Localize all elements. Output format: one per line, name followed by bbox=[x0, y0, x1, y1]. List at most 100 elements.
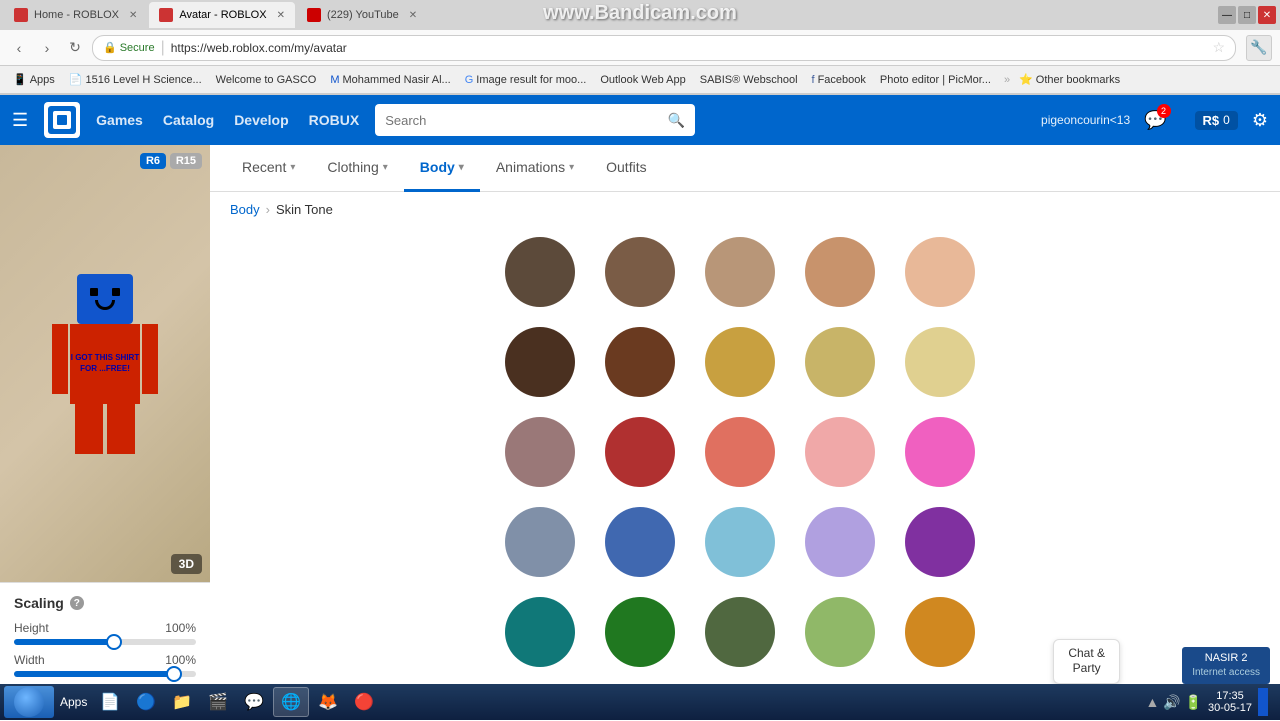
scaling-info-icon[interactable]: ? bbox=[70, 596, 84, 610]
skin-circle-10[interactable] bbox=[505, 417, 575, 487]
tab-outfits[interactable]: Outfits bbox=[590, 145, 662, 192]
taskbar-files[interactable]: 📁 bbox=[165, 687, 199, 717]
nav-develop[interactable]: Develop bbox=[234, 112, 288, 128]
tab-home-roblox[interactable]: Home - ROBLOX ✕ bbox=[4, 2, 147, 28]
nav-catalog[interactable]: Catalog bbox=[163, 112, 214, 128]
width-slider-thumb[interactable] bbox=[166, 666, 182, 682]
extension-icon[interactable]: 🔧 bbox=[1246, 35, 1272, 61]
skin-circle-3[interactable] bbox=[805, 237, 875, 307]
nav-games[interactable]: Games bbox=[96, 112, 143, 128]
char-eye-right bbox=[112, 288, 120, 296]
main-nav: Games Catalog Develop ROBUX bbox=[96, 112, 359, 128]
r15-badge[interactable]: R15 bbox=[170, 153, 202, 169]
skin-circle-15[interactable] bbox=[505, 507, 575, 577]
avatar-character: I got this shirt for ...FREE! bbox=[45, 274, 165, 454]
refresh-button[interactable]: ↻ bbox=[64, 37, 86, 59]
avatar-panel: R6 R15 I got this shirt fo bbox=[0, 145, 210, 721]
skin-circle-5[interactable] bbox=[505, 327, 575, 397]
width-slider-track[interactable] bbox=[14, 671, 196, 677]
word-icon: 📄 bbox=[99, 691, 121, 713]
skin-circle-18[interactable] bbox=[805, 507, 875, 577]
nav-robux[interactable]: ROBUX bbox=[309, 112, 360, 128]
bookmark-other[interactable]: ⭐ Other bookmarks bbox=[1014, 72, 1125, 87]
char-head bbox=[77, 274, 133, 324]
skin-circle-4[interactable] bbox=[905, 237, 975, 307]
skin-circle-7[interactable] bbox=[705, 327, 775, 397]
tab-animations[interactable]: Animations ▾ bbox=[480, 145, 590, 192]
skin-circle-16[interactable] bbox=[605, 507, 675, 577]
bookmark-1516[interactable]: 📄 1516 Level H Science... bbox=[64, 72, 207, 87]
skin-circle-14[interactable] bbox=[905, 417, 975, 487]
tab-recent[interactable]: Recent ▾ bbox=[226, 145, 311, 192]
skin-circle-1[interactable] bbox=[605, 237, 675, 307]
skin-circle-20[interactable] bbox=[505, 597, 575, 667]
char-torso-container: I got this shirt for ...FREE! bbox=[70, 324, 140, 404]
bookmarks-apps[interactable]: 📱 Apps bbox=[8, 72, 60, 87]
bookmark-outlook[interactable]: Outlook Web App bbox=[595, 73, 690, 87]
maximize-button[interactable]: □ bbox=[1238, 6, 1256, 24]
bookmark-google[interactable]: G Image result for moo... bbox=[460, 73, 592, 87]
robux-badge[interactable]: R$ 0 bbox=[1195, 111, 1238, 130]
taskbar-word[interactable]: 📄 bbox=[93, 687, 127, 717]
roblox-logo[interactable] bbox=[44, 102, 80, 138]
tab-close-yt[interactable]: ✕ bbox=[409, 10, 417, 21]
skin-circle-11[interactable] bbox=[605, 417, 675, 487]
skin-circle-9[interactable] bbox=[905, 327, 975, 397]
show-desktop-button[interactable] bbox=[1258, 688, 1268, 716]
skin-circle-13[interactable] bbox=[805, 417, 875, 487]
tab-close-home[interactable]: ✕ bbox=[129, 10, 137, 21]
settings-icon[interactable]: ⚙ bbox=[1252, 110, 1268, 131]
taskbar-firefox[interactable]: 🦊 bbox=[311, 687, 345, 717]
app7-icon: 🔴 bbox=[353, 691, 375, 713]
skin-circle-17[interactable] bbox=[705, 507, 775, 577]
forward-button[interactable]: › bbox=[36, 37, 58, 59]
taskbar-discord[interactable]: 💬 bbox=[237, 687, 271, 717]
tab-avatar-roblox[interactable]: Avatar - ROBLOX ✕ bbox=[149, 2, 295, 28]
taskbar-chrome[interactable]: 🌐 bbox=[273, 687, 309, 717]
search-input[interactable] bbox=[385, 113, 662, 128]
bookmark-picmor[interactable]: Photo editor | PicMor... bbox=[875, 73, 996, 87]
char-smile bbox=[95, 300, 115, 310]
skin-circle-23[interactable] bbox=[805, 597, 875, 667]
taskbar-mb[interactable]: 🔵 bbox=[129, 687, 163, 717]
apps-label: Apps bbox=[56, 695, 91, 709]
tab-clothing[interactable]: Clothing ▾ bbox=[311, 145, 403, 192]
r6-badge[interactable]: R6 bbox=[140, 153, 166, 169]
back-button[interactable]: ‹ bbox=[8, 37, 30, 59]
bookmark-nasir[interactable]: M Mohammed Nasir Al... bbox=[325, 73, 455, 87]
skin-circle-8[interactable] bbox=[805, 327, 875, 397]
skin-circle-12[interactable] bbox=[705, 417, 775, 487]
tab-youtube[interactable]: (229) YouTube ✕ bbox=[297, 2, 427, 28]
skin-circle-2[interactable] bbox=[705, 237, 775, 307]
view-3d-badge[interactable]: 3D bbox=[171, 554, 202, 574]
url-box[interactable]: 🔒 Secure | https://web.roblox.com/my/ava… bbox=[92, 35, 1236, 61]
taskbar-media[interactable]: 🎬 bbox=[201, 687, 235, 717]
bookmarks-more[interactable]: » bbox=[1004, 74, 1010, 86]
bookmark-sabis[interactable]: SABIS® Webschool bbox=[695, 73, 803, 87]
tab-body[interactable]: Body ▾ bbox=[404, 145, 480, 192]
char-body: I got this shirt for ...FREE! bbox=[70, 324, 140, 404]
start-button[interactable] bbox=[4, 686, 54, 718]
hamburger-menu[interactable]: ☰ bbox=[12, 110, 28, 131]
minimize-button[interactable]: — bbox=[1218, 6, 1236, 24]
breadcrumb-body-link[interactable]: Body bbox=[230, 202, 260, 217]
bookmark-facebook[interactable]: f Facebook bbox=[807, 73, 871, 87]
category-nav: Recent ▾ Clothing ▾ Body ▾ Animations ▾ … bbox=[210, 145, 1280, 192]
breadcrumb-separator: › bbox=[266, 202, 270, 217]
chat-party-button[interactable]: Chat & Party bbox=[1053, 639, 1120, 684]
secure-label: 🔒 Secure bbox=[103, 41, 155, 54]
skin-circle-21[interactable] bbox=[605, 597, 675, 667]
height-slider-track[interactable] bbox=[14, 639, 196, 645]
close-button[interactable]: ✕ bbox=[1258, 6, 1276, 24]
search-box[interactable]: 🔍 bbox=[375, 104, 695, 136]
taskbar-app7[interactable]: 🔴 bbox=[347, 687, 381, 717]
star-icon[interactable]: ☆ bbox=[1212, 39, 1225, 56]
skin-circle-6[interactable] bbox=[605, 327, 675, 397]
bookmark-gasco[interactable]: Welcome to GASCO bbox=[211, 73, 322, 87]
skin-circle-19[interactable] bbox=[905, 507, 975, 577]
skin-circle-22[interactable] bbox=[705, 597, 775, 667]
height-slider-thumb[interactable] bbox=[106, 634, 122, 650]
skin-circle-0[interactable] bbox=[505, 237, 575, 307]
tab-close-avatar[interactable]: ✕ bbox=[277, 10, 285, 21]
skin-circle-24[interactable] bbox=[905, 597, 975, 667]
